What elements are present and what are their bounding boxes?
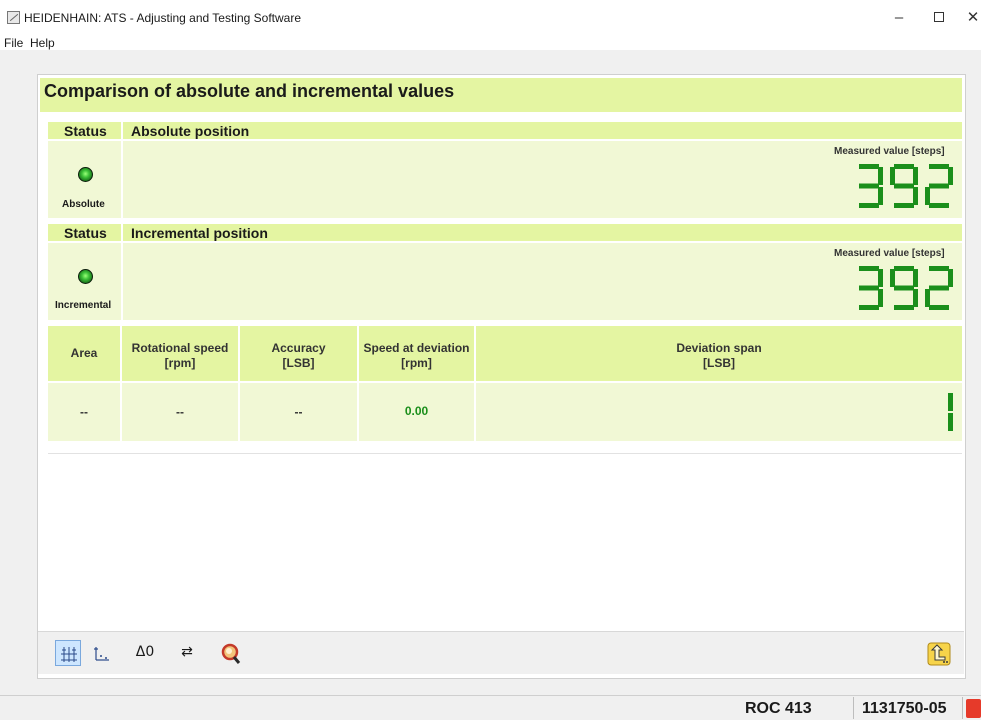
table-header-label: Speed at deviation [363, 341, 470, 355]
status-bar [0, 695, 981, 720]
maximize-icon [934, 11, 944, 22]
accuracy-value: -- [294, 405, 303, 419]
incremental-measured-label: Measured value [steps] [834, 248, 945, 259]
title-bar: HEIDENHAIN: ATS - Adjusting and Testing … [0, 0, 981, 34]
close-button[interactable]: ✕ [956, 6, 981, 30]
table-cell-deviation-span [476, 383, 962, 441]
table-header-label: Rotational speed [131, 341, 229, 355]
magnifier-search-icon [221, 643, 241, 664]
close-icon: ✕ [966, 9, 980, 26]
table-cell-rotational-speed: -- [122, 383, 238, 441]
absolute-measured-label: Measured value [steps] [834, 146, 945, 157]
return-arrow-icon [927, 642, 951, 666]
area-value: -- [80, 405, 88, 419]
device-id: 1131750-05 [862, 700, 947, 717]
segment-digit [925, 164, 953, 213]
menu-help[interactable]: Help [30, 36, 55, 50]
incremental-status-label: Incremental [55, 300, 112, 311]
segment-digit [890, 164, 918, 213]
exchange-button[interactable]: ⇄ [174, 640, 200, 666]
magnifier-button[interactable] [217, 640, 243, 666]
minimize-icon: – [894, 9, 904, 26]
segment-digit [855, 164, 883, 213]
table-header-accuracy: Accuracy [LSB] [240, 326, 357, 381]
divider [48, 453, 962, 454]
table-header-unit: [LSB] [282, 356, 315, 370]
table-header-unit: [LSB] [703, 356, 735, 370]
segment-digit [855, 266, 883, 315]
minimize-button[interactable]: – [882, 6, 916, 30]
table-header-label: Deviation span [676, 341, 762, 355]
return-button[interactable] [925, 640, 951, 666]
delta-zero-button[interactable]: Δ0 [132, 640, 158, 666]
axis-chart-button[interactable] [88, 640, 114, 666]
maximize-button[interactable] [922, 6, 956, 30]
table-cell-accuracy: -- [240, 383, 357, 441]
menu-file[interactable]: File [4, 36, 23, 50]
exchange-arrows-icon: ⇄ [181, 644, 193, 660]
table-header-label: Area [70, 346, 98, 360]
table-header-label: Accuracy [271, 341, 326, 355]
status-separator [962, 697, 963, 719]
axis-chart-icon [94, 647, 109, 661]
grid-view-button[interactable] [55, 640, 81, 666]
incremental-position-title: Incremental position [131, 225, 268, 241]
table-header-speed-at-deviation: Speed at deviation [rpm] [359, 326, 474, 381]
app-window: HEIDENHAIN: ATS - Adjusting and Testing … [0, 0, 981, 720]
table-cell-speed-at-deviation: 0.00 [359, 383, 474, 441]
table-cell-area: -- [48, 383, 120, 441]
incremental-status-led-icon [78, 269, 93, 284]
segment-digit [925, 390, 953, 439]
status-separator [853, 697, 854, 719]
menu-bar: File Help [0, 34, 981, 50]
device-name: ROC 413 [745, 700, 812, 717]
page-title: Comparison of absolute and incremental v… [44, 81, 455, 101]
table-header-deviation-span: Deviation span [LSB] [476, 326, 962, 381]
rotational-speed-value: -- [176, 405, 184, 419]
absolute-status-led-icon [78, 167, 93, 182]
delta-zero-icon: Δ0 [135, 644, 155, 660]
absolute-status-label: Absolute [62, 199, 105, 210]
table-header-area: Area [48, 326, 120, 381]
app-icon [7, 11, 20, 24]
connection-status-icon[interactable] [966, 699, 981, 718]
segment-digit [925, 266, 953, 315]
segment-digit [890, 266, 918, 315]
window-title: HEIDENHAIN: ATS - Adjusting and Testing … [24, 11, 302, 25]
absolute-position-title: Absolute position [131, 123, 250, 139]
absolute-status-header: Status [64, 123, 107, 139]
speed-at-deviation-value: 0.00 [404, 404, 429, 418]
table-header-unit: [rpm] [164, 356, 196, 370]
incremental-status-header: Status [64, 225, 107, 241]
table-header-rotational-speed: Rotational speed [rpm] [122, 326, 238, 381]
table-header-unit: [rpm] [401, 356, 432, 370]
grid-view-icon [61, 647, 77, 662]
